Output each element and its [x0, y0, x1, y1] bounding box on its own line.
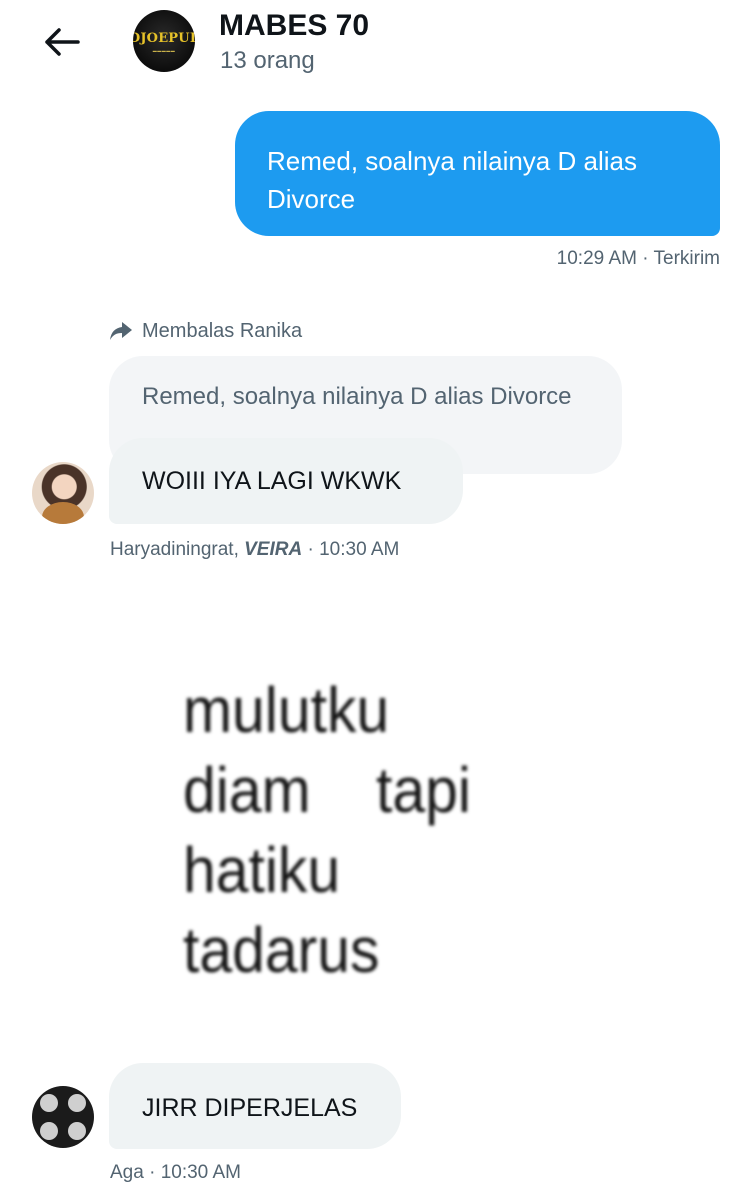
message-meta: 10:29 AM · Terkirim — [557, 248, 720, 270]
reply-label: Membalas Ranika — [142, 320, 303, 342]
meta-separator: · — [149, 1162, 161, 1183]
group-title[interactable]: MABES 70 — [219, 9, 369, 43]
meta-separator: · — [307, 539, 320, 560]
message-time: 10:30 AM — [319, 539, 400, 560]
incoming-message-bubble[interactable]: WOIII IYA LAGI WKWK — [109, 438, 463, 524]
message-text: JIRR DIPERJELAS — [142, 1094, 358, 1122]
message-time: 10:29 AM — [556, 248, 637, 269]
back-button[interactable] — [40, 22, 84, 62]
message-meta: Aga · 10:30 AM — [110, 1162, 241, 1184]
image-caption-text: mulutku diam tapi hatiku tadarus — [183, 674, 471, 986]
message-time: 10:30 AM — [160, 1162, 241, 1183]
avatar-figure — [42, 502, 84, 524]
sender-avatar[interactable] — [32, 462, 94, 524]
group-member-count: 13 orang — [220, 47, 315, 74]
message-meta: Haryadiningrat, VEIRA · 10:30 AM — [110, 539, 399, 561]
incoming-message-bubble[interactable]: JIRR DIPERJELAS — [109, 1063, 401, 1149]
message-text: WOIII IYA LAGI WKWK — [142, 467, 402, 495]
message-status: Terkirim — [653, 248, 721, 269]
sender-name-bold[interactable]: VEIRA — [244, 539, 302, 560]
group-avatar-logo: DJOEPUL — [133, 31, 195, 46]
sender-avatar[interactable] — [32, 1086, 94, 1148]
group-avatar-subtext: ▬▬▬▬▬ — [152, 48, 176, 53]
avatar-face — [68, 1094, 86, 1112]
group-avatar[interactable]: DJOEPUL ▬▬▬▬▬ — [133, 10, 195, 72]
image-message[interactable]: mulutku diam tapi hatiku tadarus — [109, 612, 604, 1060]
avatar-face — [40, 1122, 58, 1140]
meta-separator: · — [642, 248, 654, 269]
avatar-face — [68, 1122, 86, 1140]
reply-arrow-icon — [110, 322, 132, 340]
arrow-left-icon — [45, 28, 80, 56]
message-text: Remed, soalnya nilainya D alias Divorce — [267, 146, 637, 214]
sender-name[interactable]: Haryadiningrat, — [110, 539, 239, 560]
quoted-text: Remed, soalnya nilainya D alias Divorce — [142, 383, 572, 410]
outgoing-message-bubble[interactable]: Remed, soalnya nilainya D alias Divorce — [235, 111, 720, 236]
sender-name[interactable]: Aga — [110, 1162, 144, 1183]
avatar-face — [40, 1094, 58, 1112]
